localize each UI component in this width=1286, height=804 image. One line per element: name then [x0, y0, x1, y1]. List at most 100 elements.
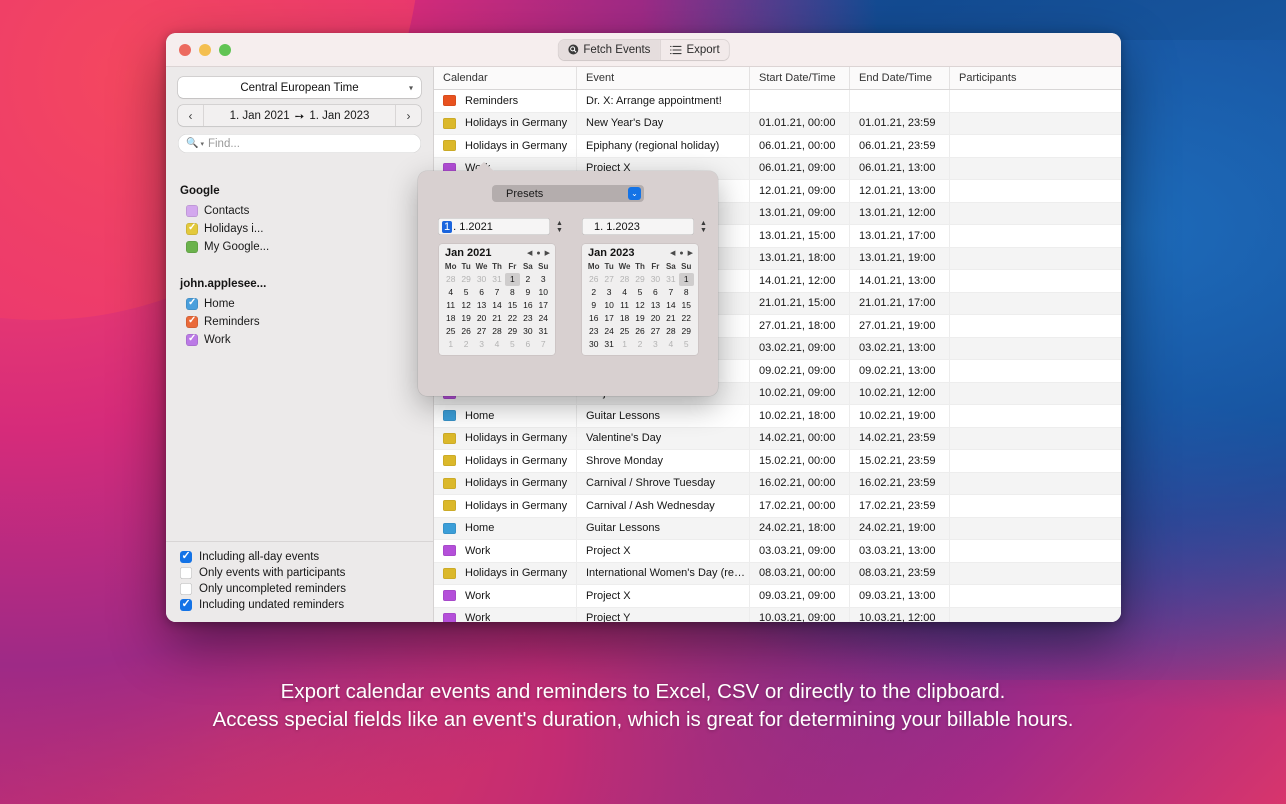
calendar-day[interactable]: 16	[520, 299, 535, 312]
calendar-day[interactable]: 27	[648, 325, 663, 338]
stepper-down-icon[interactable]: ▼	[700, 227, 707, 234]
calendar-day[interactable]: 8	[505, 286, 520, 299]
calendar-day[interactable]: 30	[520, 325, 535, 338]
calendar-day[interactable]: 21	[489, 312, 504, 325]
table-column-header[interactable]: End Date/Time	[850, 67, 950, 89]
calendar-day[interactable]: 17	[601, 312, 616, 325]
table-row[interactable]: Work Project Y 10.03.21, 09:00 10.03.21, 12…	[434, 607, 1121, 622]
calendar-day[interactable]: 30	[648, 273, 663, 286]
calendar-day[interactable]: 7	[663, 286, 678, 299]
calendar-day[interactable]: 31	[601, 338, 616, 351]
calendar-day[interactable]: 7	[536, 338, 551, 351]
calendar-day[interactable]: 3	[601, 286, 616, 299]
calendar-day[interactable]: 31	[536, 325, 551, 338]
table-row[interactable]: Holidays in Germany Valentine's Day 14.02.…	[434, 427, 1121, 450]
stepper-up-icon[interactable]: ▲	[700, 220, 707, 227]
calendar-day[interactable]: 26	[458, 325, 473, 338]
calendar-day[interactable]: 3	[648, 338, 663, 351]
calendar-day[interactable]: 23	[586, 325, 601, 338]
table-row[interactable]: Work Project X 09.03.21, 09:00 09.03.21, 13…	[434, 585, 1121, 608]
calendar-checkbox[interactable]	[186, 241, 198, 253]
calendar-day[interactable]: 5	[632, 286, 647, 299]
calendar-day[interactable]: 17	[536, 299, 551, 312]
calendar-day[interactable]: 28	[489, 325, 504, 338]
table-row[interactable]: Holidays in Germany Carnival / Shrove Tue…	[434, 472, 1121, 495]
filter-option-row[interactable]: Including all-day events	[180, 549, 421, 565]
start-date-field[interactable]: 1 . 1.2021	[438, 218, 550, 235]
calendar-day[interactable]: 19	[458, 312, 473, 325]
zoom-button[interactable]	[219, 43, 231, 56]
calendar-day[interactable]: 6	[648, 286, 663, 299]
end-date-field[interactable]: 1. 1.2023	[582, 218, 694, 235]
calendar-day[interactable]: 4	[489, 338, 504, 351]
calendar-day[interactable]: 25	[617, 325, 632, 338]
presets-dropdown[interactable]: Presets ⌄	[492, 185, 644, 202]
calendar-day[interactable]: 18	[617, 312, 632, 325]
calendar-day[interactable]: 2	[520, 273, 535, 286]
table-column-header[interactable]: Calendar	[434, 67, 577, 89]
calendar-list-item[interactable]: ✓ Home	[180, 295, 421, 313]
calendar-day[interactable]: 29	[679, 325, 694, 338]
filter-checkbox[interactable]	[180, 549, 192, 563]
calendar-day[interactable]: 15	[505, 299, 520, 312]
calendar-list-item[interactable]: ✓ Work	[180, 331, 421, 349]
fetch-events-button[interactable]: Fetch Events	[558, 39, 660, 60]
export-button[interactable]: Export	[659, 39, 729, 60]
table-column-header[interactable]: Event	[577, 67, 750, 89]
calendar-day[interactable]: 11	[617, 299, 632, 312]
calendar-day[interactable]: 26	[586, 273, 601, 286]
table-column-header[interactable]: Participants	[950, 67, 1121, 89]
filter-checkbox[interactable]	[180, 567, 192, 579]
calendar-checkbox-checked[interactable]: ✓	[186, 297, 198, 310]
calendar-day[interactable]: 5	[458, 286, 473, 299]
calendar-checkbox-checked[interactable]: ✓	[186, 222, 198, 235]
calendar-day[interactable]: 2	[458, 338, 473, 351]
calendar-checkbox[interactable]	[186, 205, 198, 217]
calendar-day[interactable]: 19	[632, 312, 647, 325]
filter-checkbox[interactable]	[180, 583, 192, 595]
calendar-day[interactable]: 26	[632, 325, 647, 338]
calendar-day[interactable]: 27	[601, 273, 616, 286]
table-row[interactable]: Holidays in Germany Carnival / Ash Wednes…	[434, 495, 1121, 518]
calendar-day[interactable]: 4	[663, 338, 678, 351]
calendar-day[interactable]: 28	[617, 273, 632, 286]
calendar-today-icon[interactable]: ●	[536, 250, 540, 257]
calendar-day[interactable]: 29	[632, 273, 647, 286]
calendar-day[interactable]: 1	[443, 338, 458, 351]
filter-option-row[interactable]: Including undated reminders	[180, 597, 421, 613]
calendar-day[interactable]: 6	[520, 338, 535, 351]
calendar-checkbox-checked[interactable]: ✓	[186, 333, 198, 346]
calendar-day[interactable]: 2	[632, 338, 647, 351]
calendar-day[interactable]: 22	[505, 312, 520, 325]
calendar-day[interactable]: 12	[458, 299, 473, 312]
stepper-down-icon[interactable]: ▼	[556, 227, 563, 234]
calendar-day[interactable]: 3	[474, 338, 489, 351]
calendar-day[interactable]: 15	[679, 299, 694, 312]
calendar-day[interactable]: 6	[474, 286, 489, 299]
table-column-header[interactable]: Start Date/Time	[750, 67, 850, 89]
calendar-day[interactable]: 31	[663, 273, 678, 286]
calendar-day[interactable]: 3	[536, 273, 551, 286]
table-row[interactable]: Reminders Dr. X: Arrange appointment!	[434, 90, 1121, 113]
stepper-up-icon[interactable]: ▲	[556, 220, 563, 227]
calendar-list-item[interactable]: ✓ Holidays i...	[180, 220, 421, 238]
calendar-day[interactable]: 2	[586, 286, 601, 299]
calendar-day[interactable]: 24	[536, 312, 551, 325]
calendar-day[interactable]: 11	[443, 299, 458, 312]
calendar-day[interactable]: 14	[489, 299, 504, 312]
calendar-day[interactable]: 28	[663, 325, 678, 338]
calendar-day[interactable]: 12	[632, 299, 647, 312]
calendar-day[interactable]: 7	[489, 286, 504, 299]
table-row[interactable]: Home Guitar Lessons 24.02.21, 18:00 24.02.2…	[434, 517, 1121, 540]
calendar-prev-icon[interactable]: ◀	[527, 249, 532, 257]
calendar-day[interactable]: 21	[663, 312, 678, 325]
calendar-list-item[interactable]: ✓ Reminders	[180, 313, 421, 331]
timezone-select[interactable]: Central European Time ▾	[178, 77, 421, 98]
range-next-button[interactable]: ›	[395, 105, 421, 126]
calendar-today-icon[interactable]: ●	[679, 250, 683, 257]
calendar-day[interactable]: 9	[586, 299, 601, 312]
date-range-display[interactable]: 1. Jan 2021 ➙ 1. Jan 2023	[204, 105, 395, 126]
start-date-selected-segment[interactable]: 1	[442, 220, 453, 233]
calendar-day[interactable]: 13	[648, 299, 663, 312]
calendar-day[interactable]: 10	[536, 286, 551, 299]
